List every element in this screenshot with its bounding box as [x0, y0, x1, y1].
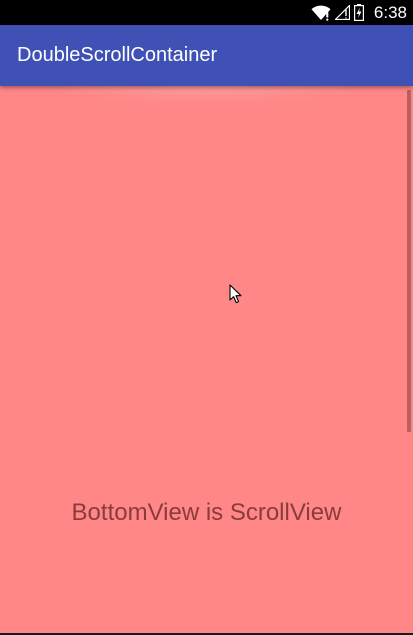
mouse-cursor-icon	[229, 284, 243, 308]
app-title: DoubleScrollContainer	[17, 44, 218, 66]
wifi-icon	[311, 5, 331, 21]
bottom-view-label: BottomView is ScrollView	[71, 499, 342, 526]
scroll-container[interactable]: BottomView is ScrollView	[0, 86, 413, 635]
phone-screen: 6:38 DoubleScrollContainer BottomView is…	[0, 0, 413, 635]
app-bar: DoubleScrollContainer	[0, 25, 413, 86]
status-icons: 6:38	[311, 0, 407, 25]
overscroll-glow	[40, 86, 373, 104]
signal-icon	[334, 5, 350, 20]
battery-icon	[353, 4, 364, 21]
status-bar: 6:38	[0, 0, 413, 25]
status-time: 6:38	[373, 3, 407, 22]
scrollbar-thumb[interactable]	[407, 90, 411, 432]
